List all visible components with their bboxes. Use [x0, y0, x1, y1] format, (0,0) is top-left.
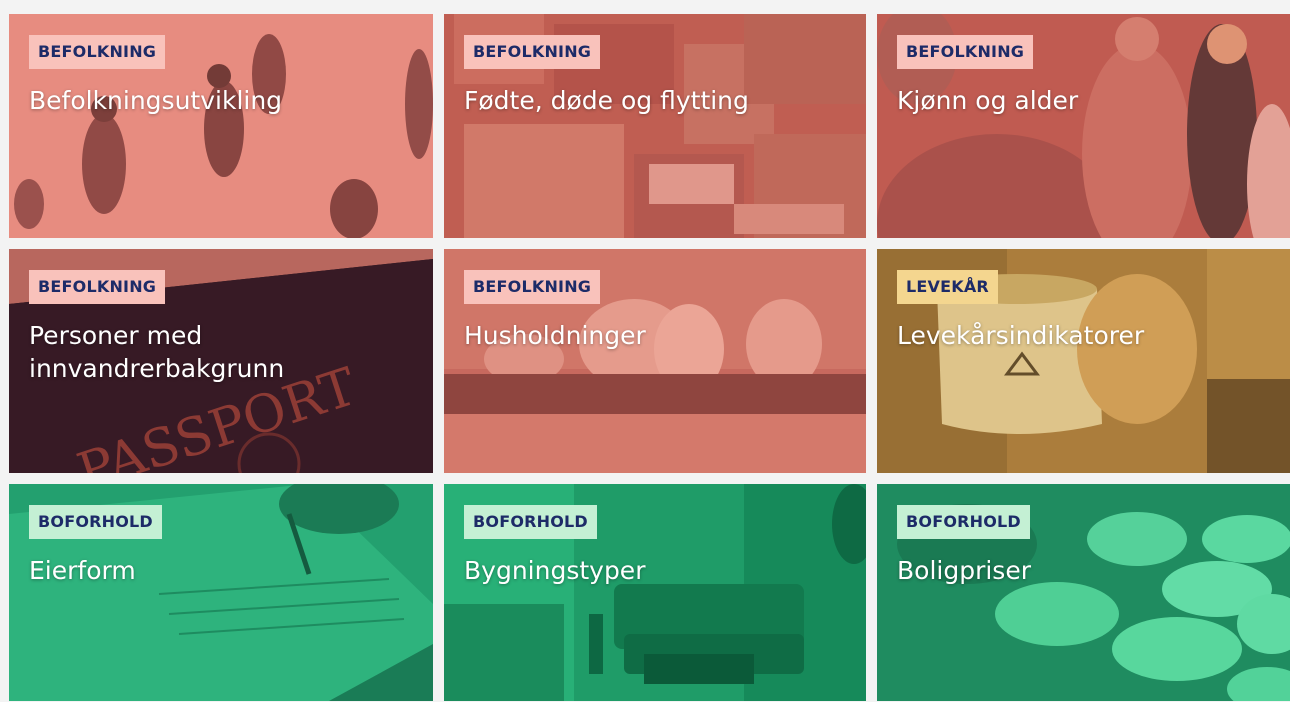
card-title: Fødte, døde og flytting [464, 86, 749, 115]
category-tag: BOFORHOLD [464, 505, 597, 539]
topic-grid: BEFOLKNING Befolkningsutvikling BEFOLKNI… [9, 14, 1290, 702]
card-title: Kjønn og alder [897, 86, 1079, 115]
category-tag: BEFOLKNING [29, 270, 166, 304]
card-title: Boligpriser [897, 556, 1031, 585]
category-tag: LEVEKÅR [897, 270, 998, 304]
topic-card-eierform[interactable]: BOFORHOLD Eierform [9, 484, 433, 701]
topic-card-befolkningsutvikling[interactable]: BEFOLKNING Befolkningsutvikling [9, 14, 433, 238]
topic-card-levekarsindikatorer[interactable]: LEVEKÅR Levekårsindikatorer [877, 249, 1290, 473]
topic-card-personer-med-innvandrerbakgrunn[interactable]: PASSPORT BEFOLKNING Personer med innvand… [9, 249, 433, 473]
category-tag: BEFOLKNING [897, 35, 1034, 69]
topic-card-bygningstyper[interactable]: BOFORHOLD Bygningstyper [444, 484, 866, 701]
category-tag: BEFOLKNING [464, 35, 601, 69]
category-tag: BEFOLKNING [29, 35, 166, 69]
topic-card-fodte-dode-flytting[interactable]: BEFOLKNING Fødte, døde og flytting [444, 14, 866, 238]
card-title: Eierform [29, 556, 136, 585]
topic-card-boligpriser[interactable]: BOFORHOLD Boligpriser [877, 484, 1290, 701]
card-title: Husholdninger [464, 321, 646, 350]
category-tag: BEFOLKNING [464, 270, 601, 304]
topic-card-husholdninger[interactable]: BEFOLKNING Husholdninger [444, 249, 866, 473]
topic-card-kjonn-og-alder[interactable]: BEFOLKNING Kjønn og alder [877, 14, 1290, 238]
card-title: Personer med innvandrerbakgrunn [29, 321, 285, 383]
category-tag: BOFORHOLD [29, 505, 162, 539]
card-title: Befolkningsutvikling [29, 86, 283, 115]
card-title: Levekårsindikatorer [897, 321, 1145, 350]
category-tag: BOFORHOLD [897, 505, 1030, 539]
card-title: Bygningstyper [464, 556, 646, 585]
